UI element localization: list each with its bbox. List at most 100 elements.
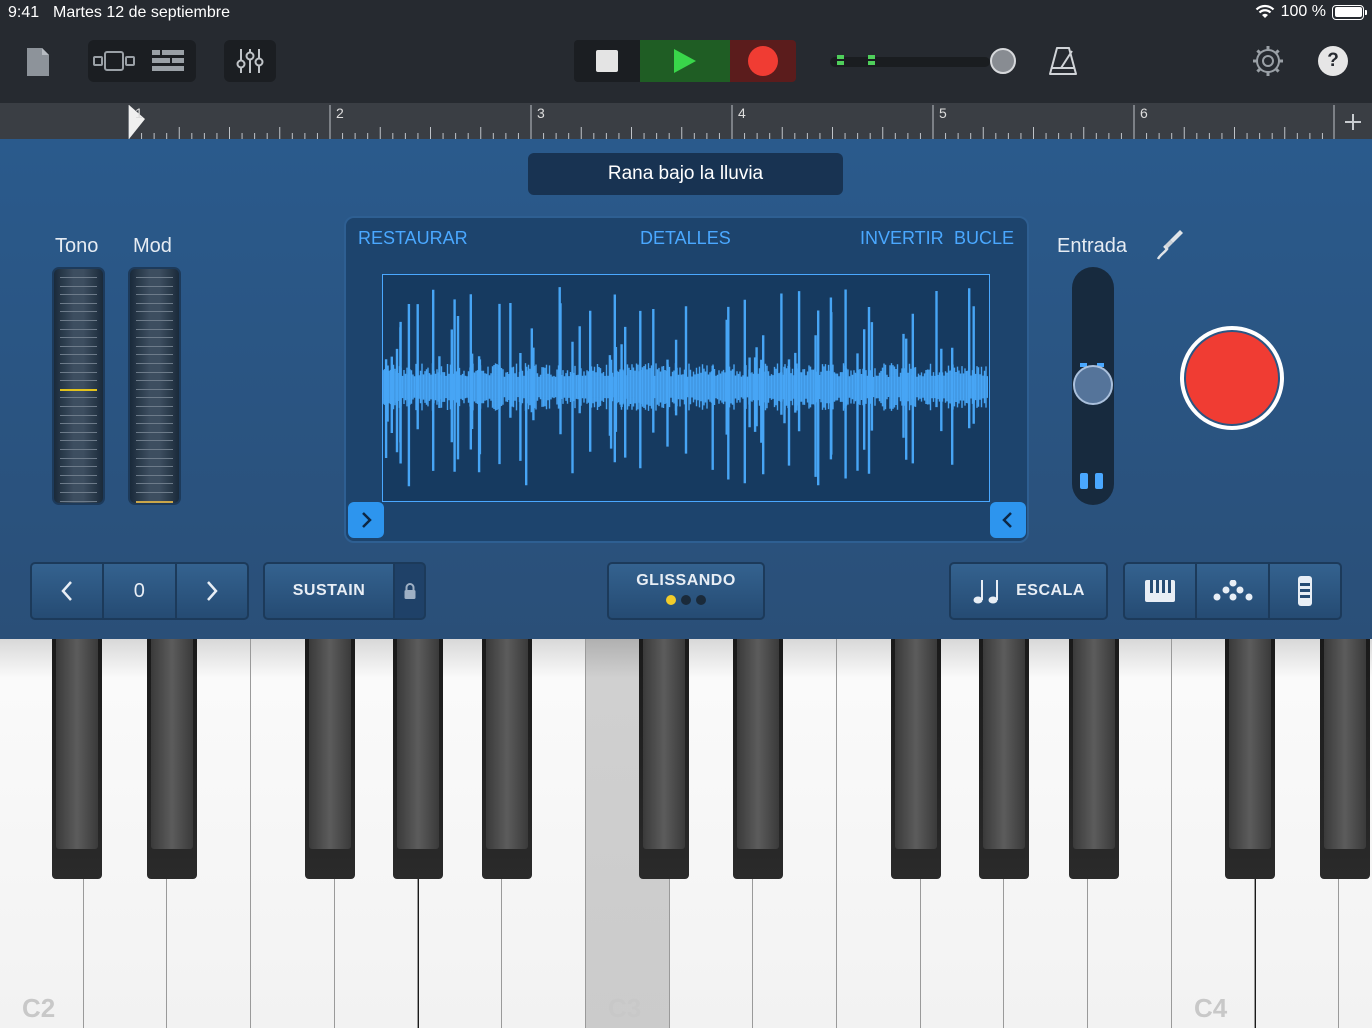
question-icon: ?	[1327, 50, 1339, 71]
document-icon	[27, 48, 49, 76]
keyboard-layout-button[interactable]	[1123, 562, 1197, 620]
sustain-button[interactable]: SUSTAIN	[263, 562, 395, 620]
details-button[interactable]: DETALLES	[640, 228, 731, 249]
invert-button[interactable]: INVERTIR	[860, 228, 944, 249]
waveform	[382, 287, 989, 487]
black-key[interactable]	[1225, 639, 1275, 879]
tracks-view-icon	[152, 50, 184, 71]
status-right: 100 %	[1255, 3, 1367, 21]
octave-value: 0	[102, 562, 177, 620]
wifi-icon	[1255, 4, 1274, 18]
metronome-icon	[1049, 47, 1077, 75]
sliders-icon	[236, 49, 264, 73]
ruler-bar-label: 1	[135, 105, 143, 121]
sustain-lock-button[interactable]	[393, 562, 426, 620]
sample-end-handle[interactable]	[990, 502, 1026, 538]
battery-icon	[1332, 4, 1367, 20]
master-volume	[830, 48, 1016, 74]
pitch-wheel[interactable]	[52, 267, 105, 505]
piano-keyboard: C2 C3 C4	[0, 639, 1372, 1028]
instrument-view-icon	[93, 51, 135, 71]
black-key[interactable]	[1069, 639, 1119, 879]
music-note-icon	[973, 580, 999, 604]
ruler-bar-label: 4	[738, 105, 746, 121]
battery-percent: 100 %	[1280, 3, 1326, 20]
black-key[interactable]	[733, 639, 783, 879]
chevron-right-icon	[362, 512, 372, 528]
record-button[interactable]	[730, 40, 796, 82]
sample-editor: RESTAURAR DETALLES INVERTIR BUCLE	[344, 216, 1029, 543]
transport-controls	[574, 40, 796, 82]
lock-icon	[404, 583, 415, 599]
glissando-label: GLISSANDO	[636, 571, 736, 589]
scale-label: ESCALA	[1016, 582, 1085, 599]
black-key[interactable]	[639, 639, 689, 879]
record-icon	[748, 46, 778, 76]
chevron-right-icon	[207, 581, 218, 601]
loop-button[interactable]: BUCLE	[954, 228, 1014, 249]
help-button[interactable]: ?	[1318, 46, 1348, 76]
arpeggiator-button[interactable]	[1195, 562, 1270, 620]
piano-keys-icon	[1145, 580, 1175, 602]
black-key[interactable]	[52, 639, 102, 879]
ruler-bar-label: 6	[1140, 105, 1148, 121]
black-key[interactable]	[305, 639, 355, 879]
input-label: Entrada	[1057, 235, 1128, 257]
key-strip-icon	[1298, 576, 1312, 606]
black-key[interactable]	[147, 639, 197, 879]
black-key[interactable]	[482, 639, 532, 879]
status-time: 9:41	[8, 4, 40, 21]
settings-button[interactable]	[1250, 42, 1286, 80]
metronome-button[interactable]	[1046, 42, 1080, 80]
record-icon	[1186, 332, 1278, 424]
chevron-left-icon	[61, 581, 72, 601]
black-key[interactable]	[979, 639, 1029, 879]
input-level-slider[interactable]	[1072, 267, 1114, 505]
chevron-left-icon	[1002, 512, 1012, 528]
black-key[interactable]	[393, 639, 443, 879]
ruler-bar-label: 2	[336, 105, 344, 121]
status-date: Martes 12 de septiembre	[53, 4, 230, 21]
stop-button[interactable]	[574, 40, 640, 82]
ruler-bar-label: 3	[537, 105, 545, 121]
play-button[interactable]	[640, 40, 730, 82]
mod-wheel-label: Mod	[133, 235, 172, 257]
mod-wheel[interactable]	[128, 267, 181, 505]
sample-start-handle[interactable]	[348, 502, 384, 538]
black-key[interactable]	[1320, 639, 1370, 879]
my-songs-button[interactable]	[22, 44, 54, 80]
key-label-c3: C3	[608, 993, 642, 1023]
key-label-c4: C4	[1194, 993, 1228, 1023]
octave-down-button[interactable]	[30, 562, 104, 620]
sampler-panel: Rana bajo la lluvia Tono Mod RESTAURAR D…	[0, 139, 1372, 639]
play-icon	[674, 49, 696, 73]
pitch-wheel-label: Tono	[55, 235, 99, 257]
volume-slider-knob[interactable]	[990, 48, 1016, 74]
add-section-icon[interactable]	[1342, 111, 1364, 133]
stop-icon	[596, 50, 618, 72]
volume-meter-track	[830, 57, 990, 67]
glissando-button[interactable]: GLISSANDO	[607, 562, 765, 620]
instrument-view-button[interactable]	[88, 40, 140, 82]
tracks-view-button[interactable]	[140, 40, 196, 82]
timeline-ruler[interactable]: 1 2 3 4 5 6	[0, 103, 1372, 139]
restore-button[interactable]: RESTAURAR	[358, 228, 468, 249]
input-cable-icon[interactable]	[1154, 227, 1186, 263]
toolbar: ?	[0, 26, 1372, 103]
ruler-ticks	[128, 105, 1335, 139]
scale-button[interactable]: ESCALA	[949, 562, 1108, 620]
status-bar: 9:41 Martes 12 de septiembre 100 %	[0, 0, 1372, 26]
sample-record-button[interactable]	[1180, 326, 1284, 430]
key-label-c2: C2	[22, 993, 56, 1023]
black-key[interactable]	[891, 639, 941, 879]
octave-up-button[interactable]	[175, 562, 249, 620]
ruler-bar-label: 5	[939, 105, 947, 121]
input-level-knob[interactable]	[1073, 365, 1113, 405]
view-toggle-group	[88, 40, 196, 82]
gear-icon	[1253, 46, 1283, 76]
keyboard-size-button[interactable]	[1268, 562, 1342, 620]
glissando-mode-dots	[666, 594, 706, 605]
waveform-display[interactable]	[382, 274, 990, 502]
sample-name-button[interactable]: Rana bajo la lluvia	[528, 153, 843, 195]
mixer-button[interactable]	[224, 40, 276, 82]
